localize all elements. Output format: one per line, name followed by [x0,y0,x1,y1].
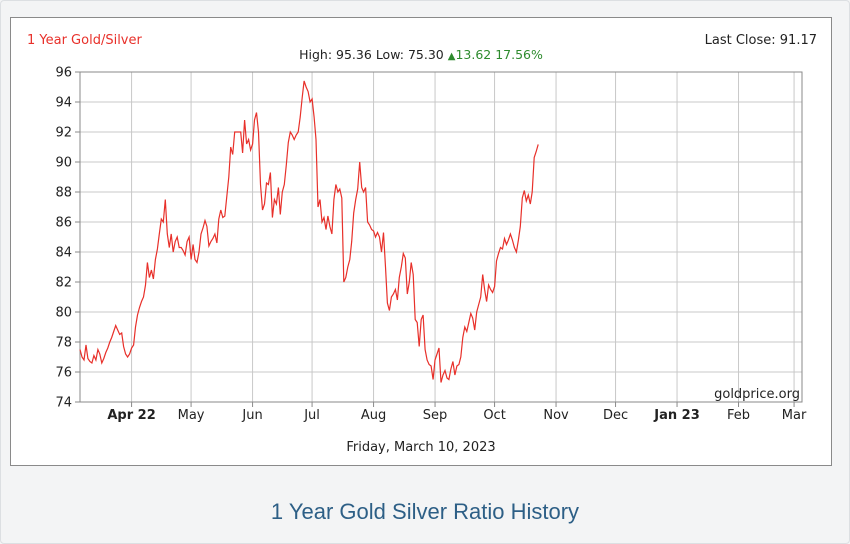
stats-line: High: 95.36 Low: 75.30 ▲13.62 17.56% [299,47,543,62]
last-close-label: Last Close: 91.17 [705,33,817,48]
x-tick-label: Jan 23 [653,408,699,423]
plot-area [79,71,803,403]
chart-panel: 74 76 78 80 82 84 86 88 90 92 94 96 Apr 22 May Jun Jul… [0,0,850,544]
y-tick-label: 86 [55,216,72,231]
low-value: 75.30 [408,47,444,62]
y-tick-label: 80 [55,306,72,321]
x-tick-label: Jun [241,408,262,423]
x-tick-label: Sep [423,408,448,423]
y-tick-label: 74 [55,396,72,411]
chart-frame: 74 76 78 80 82 84 86 88 90 92 94 96 Apr 22 May Jun Jul… [10,17,832,466]
y-tick-label: 96 [55,66,72,81]
x-tick-label: Apr 22 [107,408,155,423]
watermark: goldprice.org [714,387,800,402]
y-tick-label: 92 [55,126,72,141]
change-percent: 17.56% [495,47,543,62]
line-chart: 74 76 78 80 82 84 86 88 90 92 94 96 Apr 22 May Jun Jul… [27,33,817,455]
x-tick-label: May [178,408,205,423]
x-tick-label: Oct [483,408,505,423]
x-tick-label: Mar [782,408,807,423]
y-tick-label: 94 [55,96,72,111]
y-tick-label: 78 [55,336,72,351]
x-axis-label: Friday, March 10, 2023 [346,440,495,455]
x-tick-label: Jul [303,408,320,423]
y-tick-label: 90 [55,156,72,171]
high-value: 95.36 [336,47,372,62]
y-tick-label: 76 [55,366,72,381]
chart-caption: 1 Year Gold Silver Ratio History [270,499,580,524]
x-tick-label: Dec [603,408,628,423]
chart-title: 1 Year Gold/Silver [27,33,142,48]
x-tick-label: Feb [727,408,750,423]
change-value: 13.62 [455,47,491,62]
x-tick-label: Aug [361,408,386,423]
x-tick-label: Nov [543,408,569,423]
y-tick-label: 82 [55,276,72,291]
series-line-gold-silver-ratio [79,80,539,383]
y-tick-label: 84 [55,246,72,261]
y-tick-label: 88 [55,186,72,201]
